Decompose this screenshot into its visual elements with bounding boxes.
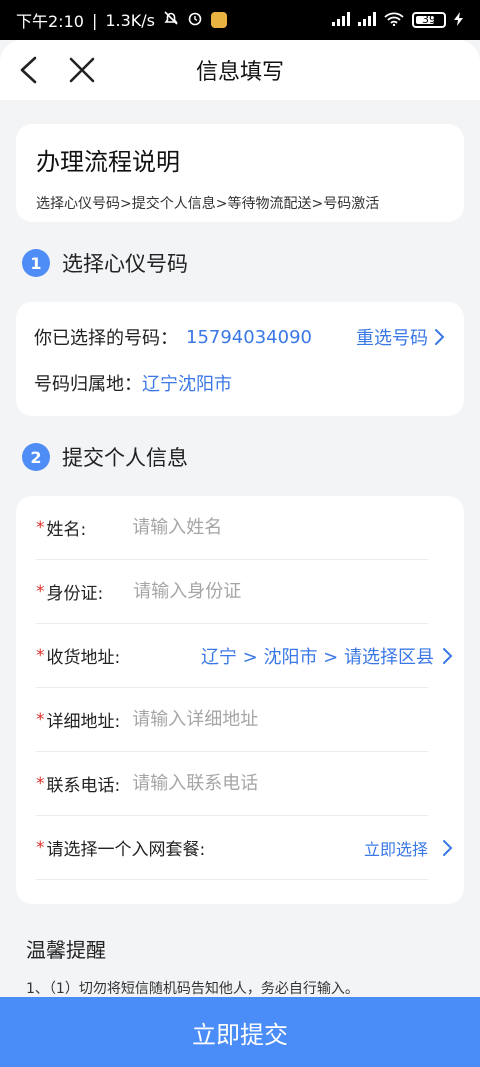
app-header: 信息填写 <box>0 40 480 100</box>
plan-selector[interactable]: 立即选择 <box>364 836 454 860</box>
section-personal-info: 2 提交个人信息 <box>22 442 188 472</box>
required-mark: * <box>36 773 45 794</box>
selected-number-label: 你已选择的号码： <box>34 328 178 349</box>
plan-label: 请选择一个入网套餐: <box>46 840 206 860</box>
selected-number-row: 你已选择的号码： 15794034090 重选号码 <box>34 324 446 350</box>
close-icon <box>69 57 95 83</box>
phone-input[interactable] <box>132 773 373 794</box>
app-screen: 下午2:10 | 1.3K/s 39 信息填写 办理流程说明 选择心仪号码>提交… <box>0 0 480 1067</box>
process-title: 办理流程说明 <box>36 148 180 176</box>
section-title-1: 选择心仪号码 <box>62 252 188 276</box>
name-row: * 姓名: <box>36 496 428 560</box>
required-mark: * <box>36 837 45 858</box>
address-row[interactable]: * 收货地址: 辽宁 > 沈阳市 > 请选择区县 <box>36 624 453 688</box>
chevron-right-icon <box>443 647 453 664</box>
status-time: 下午2:10 <box>16 12 84 31</box>
app-notification-icon <box>211 12 227 28</box>
number-card: 你已选择的号码： 15794034090 重选号码 号码归属地： 辽宁沈阳市 <box>16 302 464 416</box>
step-badge-2: 2 <box>22 443 50 471</box>
address-value: 辽宁 > 沈阳市 > 请选择区县 <box>200 646 434 668</box>
name-input[interactable] <box>132 517 373 538</box>
id-input[interactable] <box>133 581 374 602</box>
region-label: 号码归属地： <box>34 374 142 395</box>
required-mark: * <box>36 709 45 730</box>
selected-number-value: 15794034090 <box>186 326 312 348</box>
charging-icon <box>454 11 464 30</box>
signal-icon <box>332 11 350 30</box>
section-title-2: 提交个人信息 <box>62 446 188 470</box>
id-label: 身份证: <box>46 584 104 604</box>
region-row: 号码归属地： 辽宁沈阳市 <box>34 370 446 396</box>
network-speed: 1.3K/s <box>105 10 155 30</box>
back-button[interactable] <box>10 52 46 88</box>
region-value: 辽宁沈阳市 <box>142 374 232 395</box>
required-mark: * <box>36 645 45 666</box>
address-selector[interactable]: 辽宁 > 沈阳市 > 请选择区县 <box>201 643 454 669</box>
reselect-number-button[interactable]: 重选号码 <box>356 324 446 350</box>
battery-icon: 39 <box>412 12 446 28</box>
plan-row[interactable]: * 请选择一个入网套餐: 立即选择 <box>36 816 453 880</box>
detail-address-row: * 详细地址: <box>36 688 428 752</box>
tips-line-1: 1、（1）切勿将短信随机码告知他人，务必自行输入。 <box>26 981 359 997</box>
phone-row: * 联系电话: <box>36 752 428 816</box>
phone-label: 联系电话: <box>46 776 121 796</box>
page-title: 信息填写 <box>195 60 284 85</box>
address-label: 收货地址: <box>46 648 121 668</box>
status-bar: 下午2:10 | 1.3K/s 39 <box>0 0 480 40</box>
reselect-label: 重选号码 <box>356 328 428 349</box>
plan-value: 立即选择 <box>363 839 428 859</box>
chevron-right-icon <box>443 839 453 856</box>
required-mark: * <box>36 581 45 602</box>
signal-2-icon <box>358 11 376 30</box>
detail-address-label: 详细地址: <box>46 712 121 732</box>
detail-address-input[interactable] <box>132 709 373 730</box>
status-divider: | <box>91 10 98 30</box>
process-card: 办理流程说明 选择心仪号码>提交个人信息>等待物流配送>号码激活 <box>16 124 464 222</box>
wifi-icon <box>384 11 404 30</box>
submit-button[interactable]: 立即提交 <box>0 997 480 1067</box>
required-mark: * <box>36 517 45 538</box>
tips-title: 温馨提醒 <box>26 938 106 962</box>
mute-icon <box>163 10 179 30</box>
step-badge-1: 1 <box>22 249 50 277</box>
alarm-icon <box>187 10 203 30</box>
close-button[interactable] <box>64 52 100 88</box>
name-label: 姓名: <box>46 520 87 540</box>
process-steps: 选择心仪号码>提交个人信息>等待物流配送>号码激活 <box>36 196 380 212</box>
personal-info-form: * 姓名: * 身份证: * 收货地址: 辽宁 > 沈阳市 > 请选择区县 * … <box>16 496 464 904</box>
chevron-left-icon <box>20 56 37 84</box>
chevron-right-icon <box>435 329 445 345</box>
id-row: * 身份证: <box>36 560 428 624</box>
section-select-number: 1 选择心仪号码 <box>22 248 188 278</box>
